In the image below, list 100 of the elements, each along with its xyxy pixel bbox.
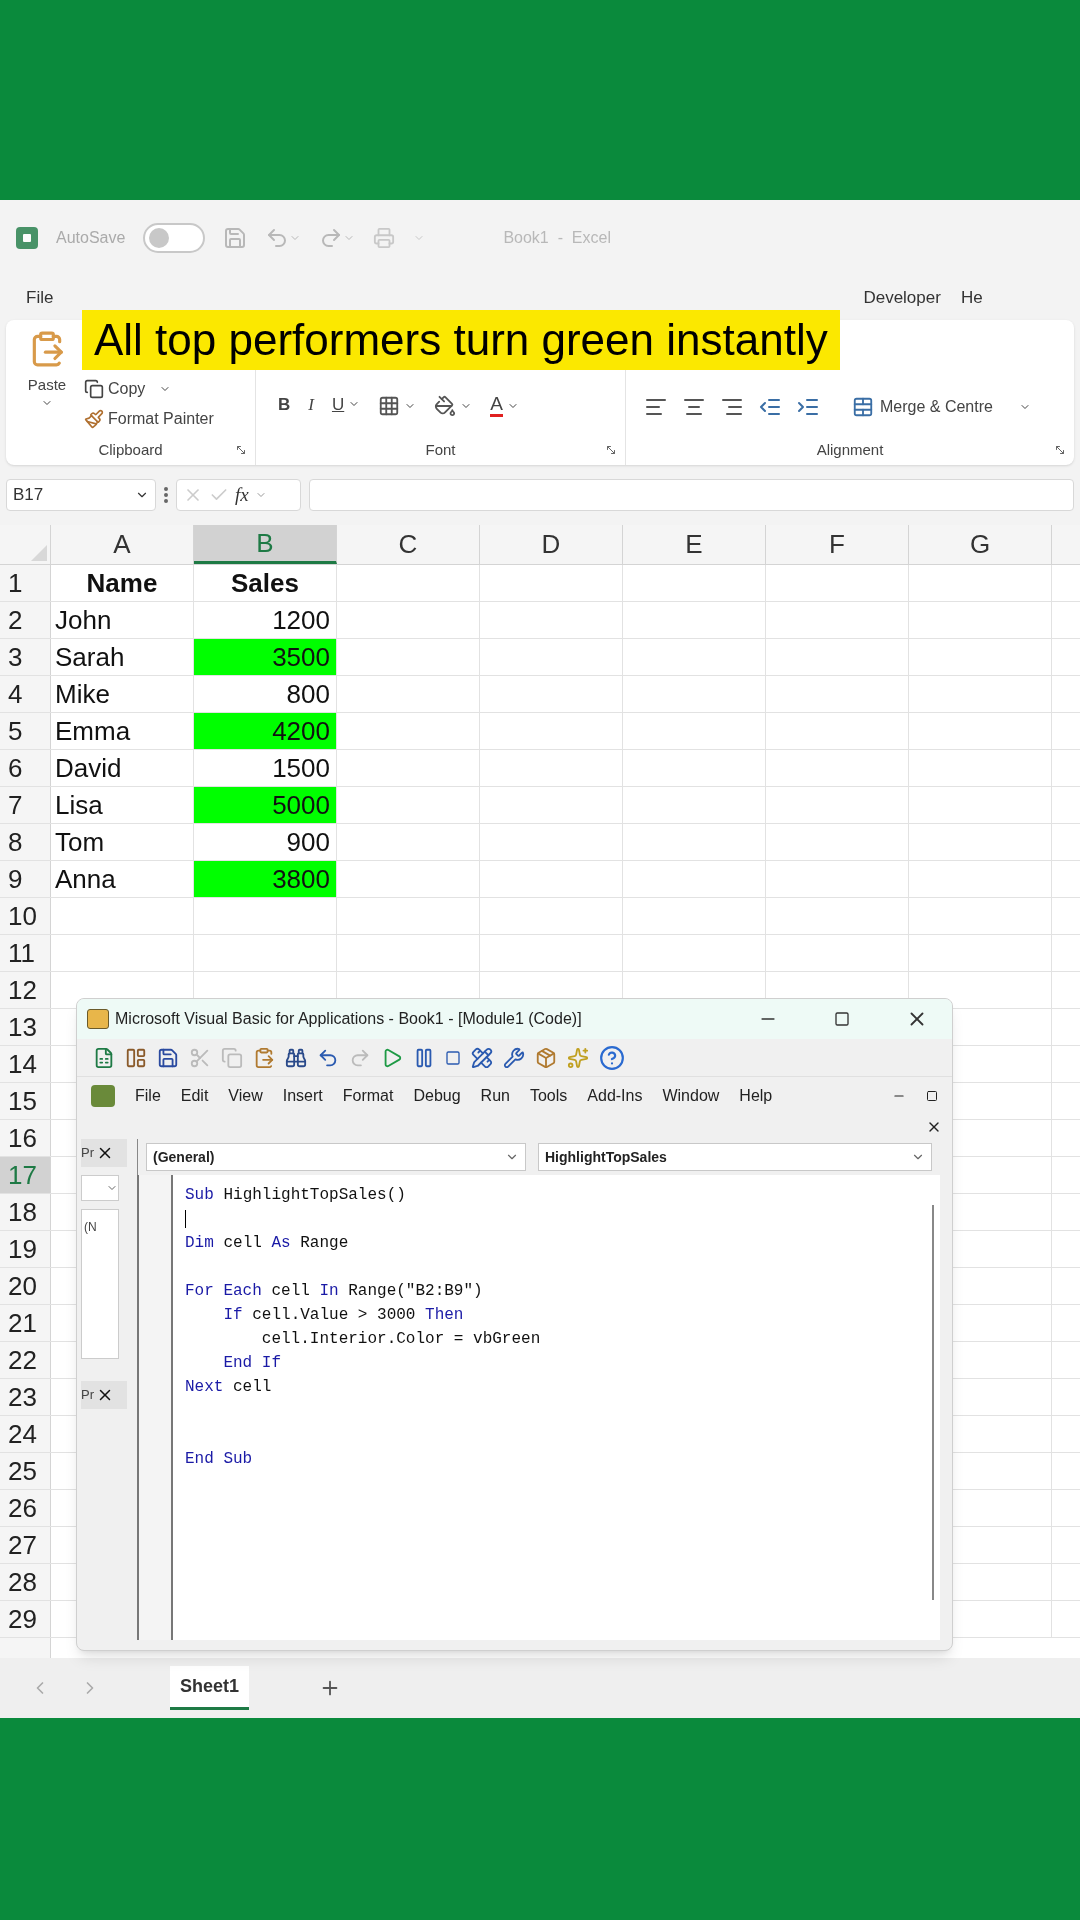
- header-cell-text: Name: [85, 566, 159, 600]
- code-line: End If: [222, 1353, 281, 1374]
- row-header[interactable]: 7: [0, 787, 51, 823]
- design-mode-icon[interactable]: [471, 1046, 493, 1069]
- row-header[interactable]: 27: [0, 1527, 51, 1563]
- code-line: Sub HighlightTopSales(): [185, 1185, 406, 1206]
- row-header[interactable]: 20: [0, 1268, 51, 1304]
- column-header[interactable]: B: [194, 525, 337, 564]
- code-line: For Each cell In Range("B2:B9"): [185, 1281, 483, 1302]
- row-header[interactable]: 6: [0, 750, 51, 786]
- column-header[interactable]: F: [766, 525, 909, 564]
- row-header[interactable]: 26: [0, 1490, 51, 1526]
- dialog-launcher-icon[interactable]: [1054, 444, 1066, 456]
- row-header[interactable]: 16: [0, 1120, 51, 1156]
- column-header[interactable]: G: [909, 525, 1052, 564]
- restore-icon[interactable]: [926, 1090, 938, 1102]
- stop-icon[interactable]: [445, 1049, 461, 1066]
- row-header[interactable]: 8: [0, 824, 51, 860]
- menu-item[interactable]: Run: [480, 1084, 510, 1108]
- row-header[interactable]: 29: [0, 1601, 51, 1637]
- menu-item[interactable]: Edit: [180, 1084, 209, 1108]
- sales-cell: 1500: [194, 750, 337, 786]
- menu-item[interactable]: Help: [739, 1084, 773, 1108]
- list-item[interactable]: (N: [84, 1220, 97, 1234]
- row-header[interactable]: 3: [0, 639, 51, 675]
- row-header[interactable]: 12: [0, 972, 51, 1008]
- menu-item[interactable]: File: [135, 1084, 161, 1108]
- copy-button[interactable]: Copy: [84, 377, 214, 401]
- name-cell-text: Sarah: [54, 640, 125, 674]
- menu-item[interactable]: Format: [342, 1084, 394, 1108]
- menu-item[interactable]: View: [228, 1084, 263, 1108]
- menu-item[interactable]: Insert: [282, 1084, 323, 1108]
- copy-icon: [84, 379, 104, 399]
- ribbon-tab[interactable]: He: [960, 284, 983, 311]
- borders-icon[interactable]: [378, 395, 401, 417]
- formula-input[interactable]: [309, 479, 1074, 511]
- row-header[interactable]: 5: [0, 713, 51, 749]
- row-header[interactable]: 28: [0, 1564, 51, 1600]
- row-header[interactable]: 17: [0, 1157, 51, 1193]
- scrollbar[interactable]: [932, 1205, 934, 1600]
- italic-button[interactable]: I: [308, 391, 314, 417]
- row-header[interactable]: 11: [0, 935, 51, 971]
- row-header[interactable]: 1: [0, 565, 51, 601]
- sheet-tab[interactable]: Sheet1: [170, 1666, 250, 1710]
- code-editor[interactable]: Sub HighlightTopSales() Dim cell As Range For Each cell In Range("B2:B9") If cell.Value > 3000 Then cell.Interior.Color = vbGreen End If Next cell End Sub: [137, 1175, 940, 1640]
- row-header[interactable]: 22: [0, 1342, 51, 1378]
- autosave-toggle[interactable]: [143, 222, 206, 253]
- row-header[interactable]: 21: [0, 1305, 51, 1341]
- ribbon-tab[interactable]: File: [26, 284, 54, 311]
- more-icon: [164, 487, 168, 503]
- fill-bucket-icon[interactable]: [434, 395, 457, 417]
- row-header[interactable]: 24: [0, 1416, 51, 1452]
- window-title: Book1 - Excel: [503, 227, 611, 248]
- dialog-launcher-icon[interactable]: [235, 444, 247, 456]
- row-header[interactable]: 18: [0, 1194, 51, 1230]
- window-layout-icon[interactable]: [125, 1046, 147, 1069]
- spreadsheet-icon[interactable]: [93, 1046, 115, 1069]
- header-cell-text: Sales: [230, 566, 300, 600]
- row-header[interactable]: 13: [0, 1009, 51, 1045]
- bold-button[interactable]: B: [278, 391, 291, 417]
- column-header[interactable]: D: [480, 525, 623, 564]
- paintbrush-icon: [84, 409, 104, 429]
- menu-item[interactable]: Tools: [529, 1084, 568, 1108]
- row-header[interactable]: 23: [0, 1379, 51, 1415]
- group-label: Alignment: [816, 439, 884, 460]
- name-box[interactable]: B17: [6, 479, 156, 511]
- paste-icon[interactable]: [253, 1046, 275, 1069]
- merge-centre-button[interactable]: Merge & Centre: [852, 395, 1031, 419]
- procedure-dropdown[interactable]: HighlightTopSales: [538, 1143, 932, 1171]
- column-header[interactable]: C: [337, 525, 480, 564]
- row-header[interactable]: 19: [0, 1231, 51, 1267]
- format-painter-button[interactable]: Format Painter: [84, 407, 214, 431]
- save-icon[interactable]: [157, 1046, 179, 1069]
- tools-icon[interactable]: [503, 1046, 525, 1069]
- row-header[interactable]: 2: [0, 602, 51, 638]
- row-header[interactable]: 9: [0, 861, 51, 897]
- ribbon-tab[interactable]: Developer: [863, 284, 941, 311]
- underline-button[interactable]: U: [331, 391, 345, 417]
- row-header[interactable]: 10: [0, 898, 51, 934]
- object-browser-icon[interactable]: [535, 1046, 557, 1069]
- dialog-launcher-icon[interactable]: [605, 444, 617, 456]
- row-header[interactable]: 14: [0, 1046, 51, 1082]
- column-header[interactable]: E: [623, 525, 766, 564]
- name-cell-text: Mike: [54, 677, 110, 711]
- help-icon[interactable]: [599, 1044, 625, 1071]
- menu-item[interactable]: Window: [662, 1084, 720, 1108]
- text-cursor: [185, 1210, 186, 1228]
- autosave-label: AutoSave: [56, 227, 126, 248]
- row-header[interactable]: 4: [0, 676, 51, 712]
- row-header[interactable]: 25: [0, 1453, 51, 1489]
- font-color-button[interactable]: A: [490, 394, 503, 417]
- row-header[interactable]: 15: [0, 1083, 51, 1119]
- name-cell-text: Tom: [54, 825, 105, 859]
- paste-button[interactable]: Paste: [18, 320, 76, 435]
- insert-function-button[interactable]: fx: [235, 480, 249, 510]
- find-icon[interactable]: [285, 1046, 307, 1069]
- object-dropdown[interactable]: (General): [146, 1143, 526, 1171]
- maximize-icon[interactable]: [834, 1011, 850, 1027]
- menu-item[interactable]: Add-Ins: [587, 1084, 643, 1108]
- menu-item[interactable]: Debug: [413, 1084, 461, 1108]
